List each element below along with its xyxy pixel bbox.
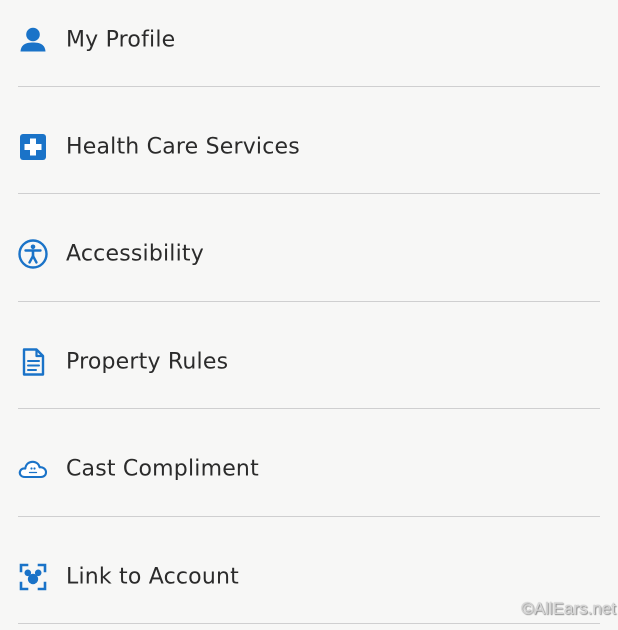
settings-menu: My Profile Health Care Services Accessib… bbox=[0, 0, 618, 625]
person-icon bbox=[17, 24, 49, 56]
divider bbox=[18, 623, 600, 624]
divider bbox=[18, 408, 600, 409]
scan-mickey-icon bbox=[17, 561, 49, 593]
menu-item-label: Cast Compliment bbox=[66, 456, 259, 481]
menu-item-cast-compliment[interactable]: Cast Compliment bbox=[0, 415, 618, 522]
document-icon bbox=[17, 346, 49, 378]
menu-item-label: Property Rules bbox=[66, 349, 229, 374]
menu-item-health-care-services[interactable]: Health Care Services bbox=[0, 93, 618, 200]
medical-cross-icon bbox=[17, 131, 49, 163]
menu-item-property-rules[interactable]: Property Rules bbox=[0, 308, 618, 415]
menu-item-accessibility[interactable]: Accessibility bbox=[0, 200, 618, 307]
accessibility-icon bbox=[17, 238, 49, 270]
divider bbox=[18, 516, 600, 517]
watermark-text: ©AllEars.net bbox=[521, 599, 616, 618]
menu-item-my-profile[interactable]: My Profile bbox=[0, 0, 618, 93]
menu-item-label: Link to Account bbox=[66, 564, 239, 589]
divider bbox=[18, 193, 600, 194]
divider bbox=[18, 301, 600, 302]
cast-cloud-icon bbox=[17, 453, 49, 485]
menu-item-label: Accessibility bbox=[66, 241, 204, 266]
divider bbox=[18, 86, 600, 87]
menu-item-label: My Profile bbox=[66, 27, 176, 52]
menu-item-label: Health Care Services bbox=[66, 134, 300, 159]
